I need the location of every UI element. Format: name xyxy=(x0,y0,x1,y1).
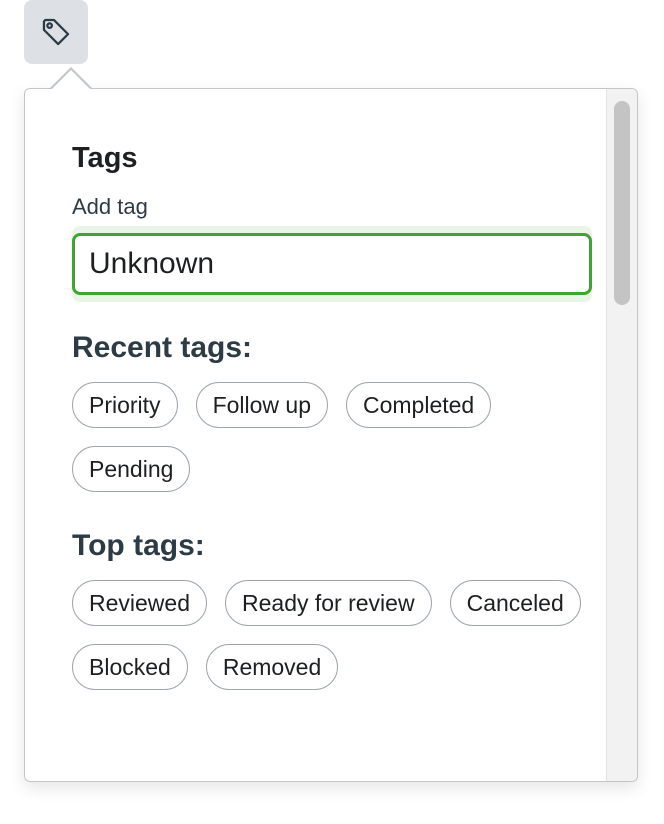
recent-tags-list: Priority Follow up Completed Pending xyxy=(72,382,592,492)
recent-tag-chip[interactable]: Pending xyxy=(72,446,191,492)
recent-tags-heading: Recent tags: xyxy=(72,331,253,364)
scrollbar-thumb[interactable] xyxy=(614,101,630,305)
tag-trigger-button[interactable] xyxy=(24,0,88,64)
recent-tag-chip[interactable]: Completed xyxy=(346,382,492,428)
top-tags-heading: Top tags: xyxy=(72,529,205,562)
top-tag-chip[interactable]: Blocked xyxy=(72,644,188,690)
top-tag-chip[interactable]: Ready for review xyxy=(225,580,432,626)
tags-popover: Tags Add tag Recent tags: Priority Follo… xyxy=(24,67,638,782)
top-tag-chip[interactable]: Removed xyxy=(205,644,339,690)
add-tag-focus-ring xyxy=(72,226,592,302)
popover-content: Tags Add tag Recent tags: Priority Follo… xyxy=(72,139,592,690)
add-tag-label: Add tag xyxy=(72,194,148,219)
recent-tag-chip[interactable]: Priority xyxy=(72,382,178,428)
popover-title: Tags xyxy=(72,142,138,174)
top-tags-list: Reviewed Ready for review Canceled Block… xyxy=(72,580,592,690)
tag-icon xyxy=(42,18,70,46)
top-tag-chip[interactable]: Reviewed xyxy=(72,580,207,626)
popover-scrollbar[interactable] xyxy=(606,89,637,781)
top-tag-chip[interactable]: Canceled xyxy=(449,580,581,626)
recent-tag-chip[interactable]: Follow up xyxy=(195,382,328,428)
add-tag-input[interactable] xyxy=(72,233,592,295)
